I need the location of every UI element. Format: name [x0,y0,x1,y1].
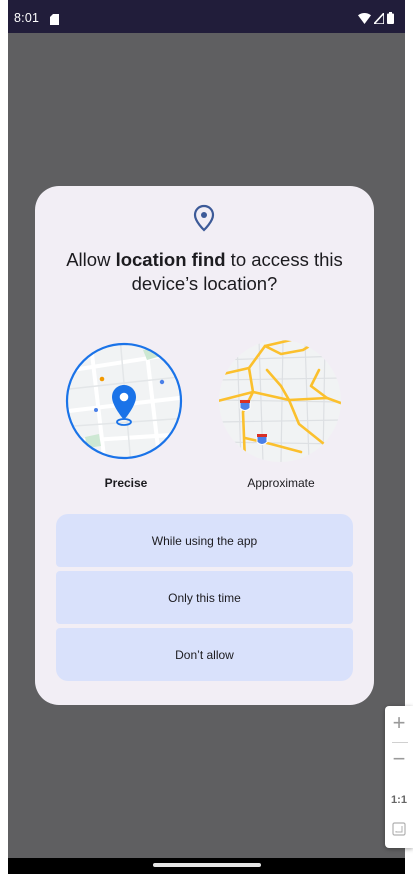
zoom-controls: + − 1:1 [385,706,413,848]
precise-location-option[interactable] [65,342,183,460]
location-pin-icon [192,204,216,237]
status-time: 8:01 [14,11,40,25]
sim-card-icon [50,12,59,30]
dont-allow-button[interactable]: Don’t allow [56,628,353,681]
navigation-bar [8,858,405,874]
permission-buttons: While using the app Only this time Don’t… [56,514,353,681]
zoom-reset-button[interactable]: 1:1 [385,794,413,806]
precise-label: Precise [104,476,148,490]
dialog-title: Allow location find to access this devic… [66,249,343,294]
zoom-out-icon[interactable]: − [385,746,413,772]
fit-screen-icon[interactable] [385,822,413,841]
device-screen: 8:01 Allow location find to access this … [8,0,405,874]
zoom-in-icon[interactable]: + [385,710,413,736]
divider [392,742,408,743]
home-gesture-handle[interactable] [153,863,261,867]
location-permission-dialog: Allow location find to access this devic… [35,186,374,705]
wifi-icon [358,11,371,29]
battery-icon [387,11,394,29]
only-this-time-button[interactable]: Only this time [56,571,353,624]
cellular-signal-icon [372,10,385,29]
app-name: location find [115,249,226,270]
status-icons [358,10,394,29]
status-bar: 8:01 [8,0,405,33]
approximate-label: Approximate [247,476,315,490]
approximate-location-option[interactable] [219,340,341,462]
while-using-app-button[interactable]: While using the app [56,514,353,567]
